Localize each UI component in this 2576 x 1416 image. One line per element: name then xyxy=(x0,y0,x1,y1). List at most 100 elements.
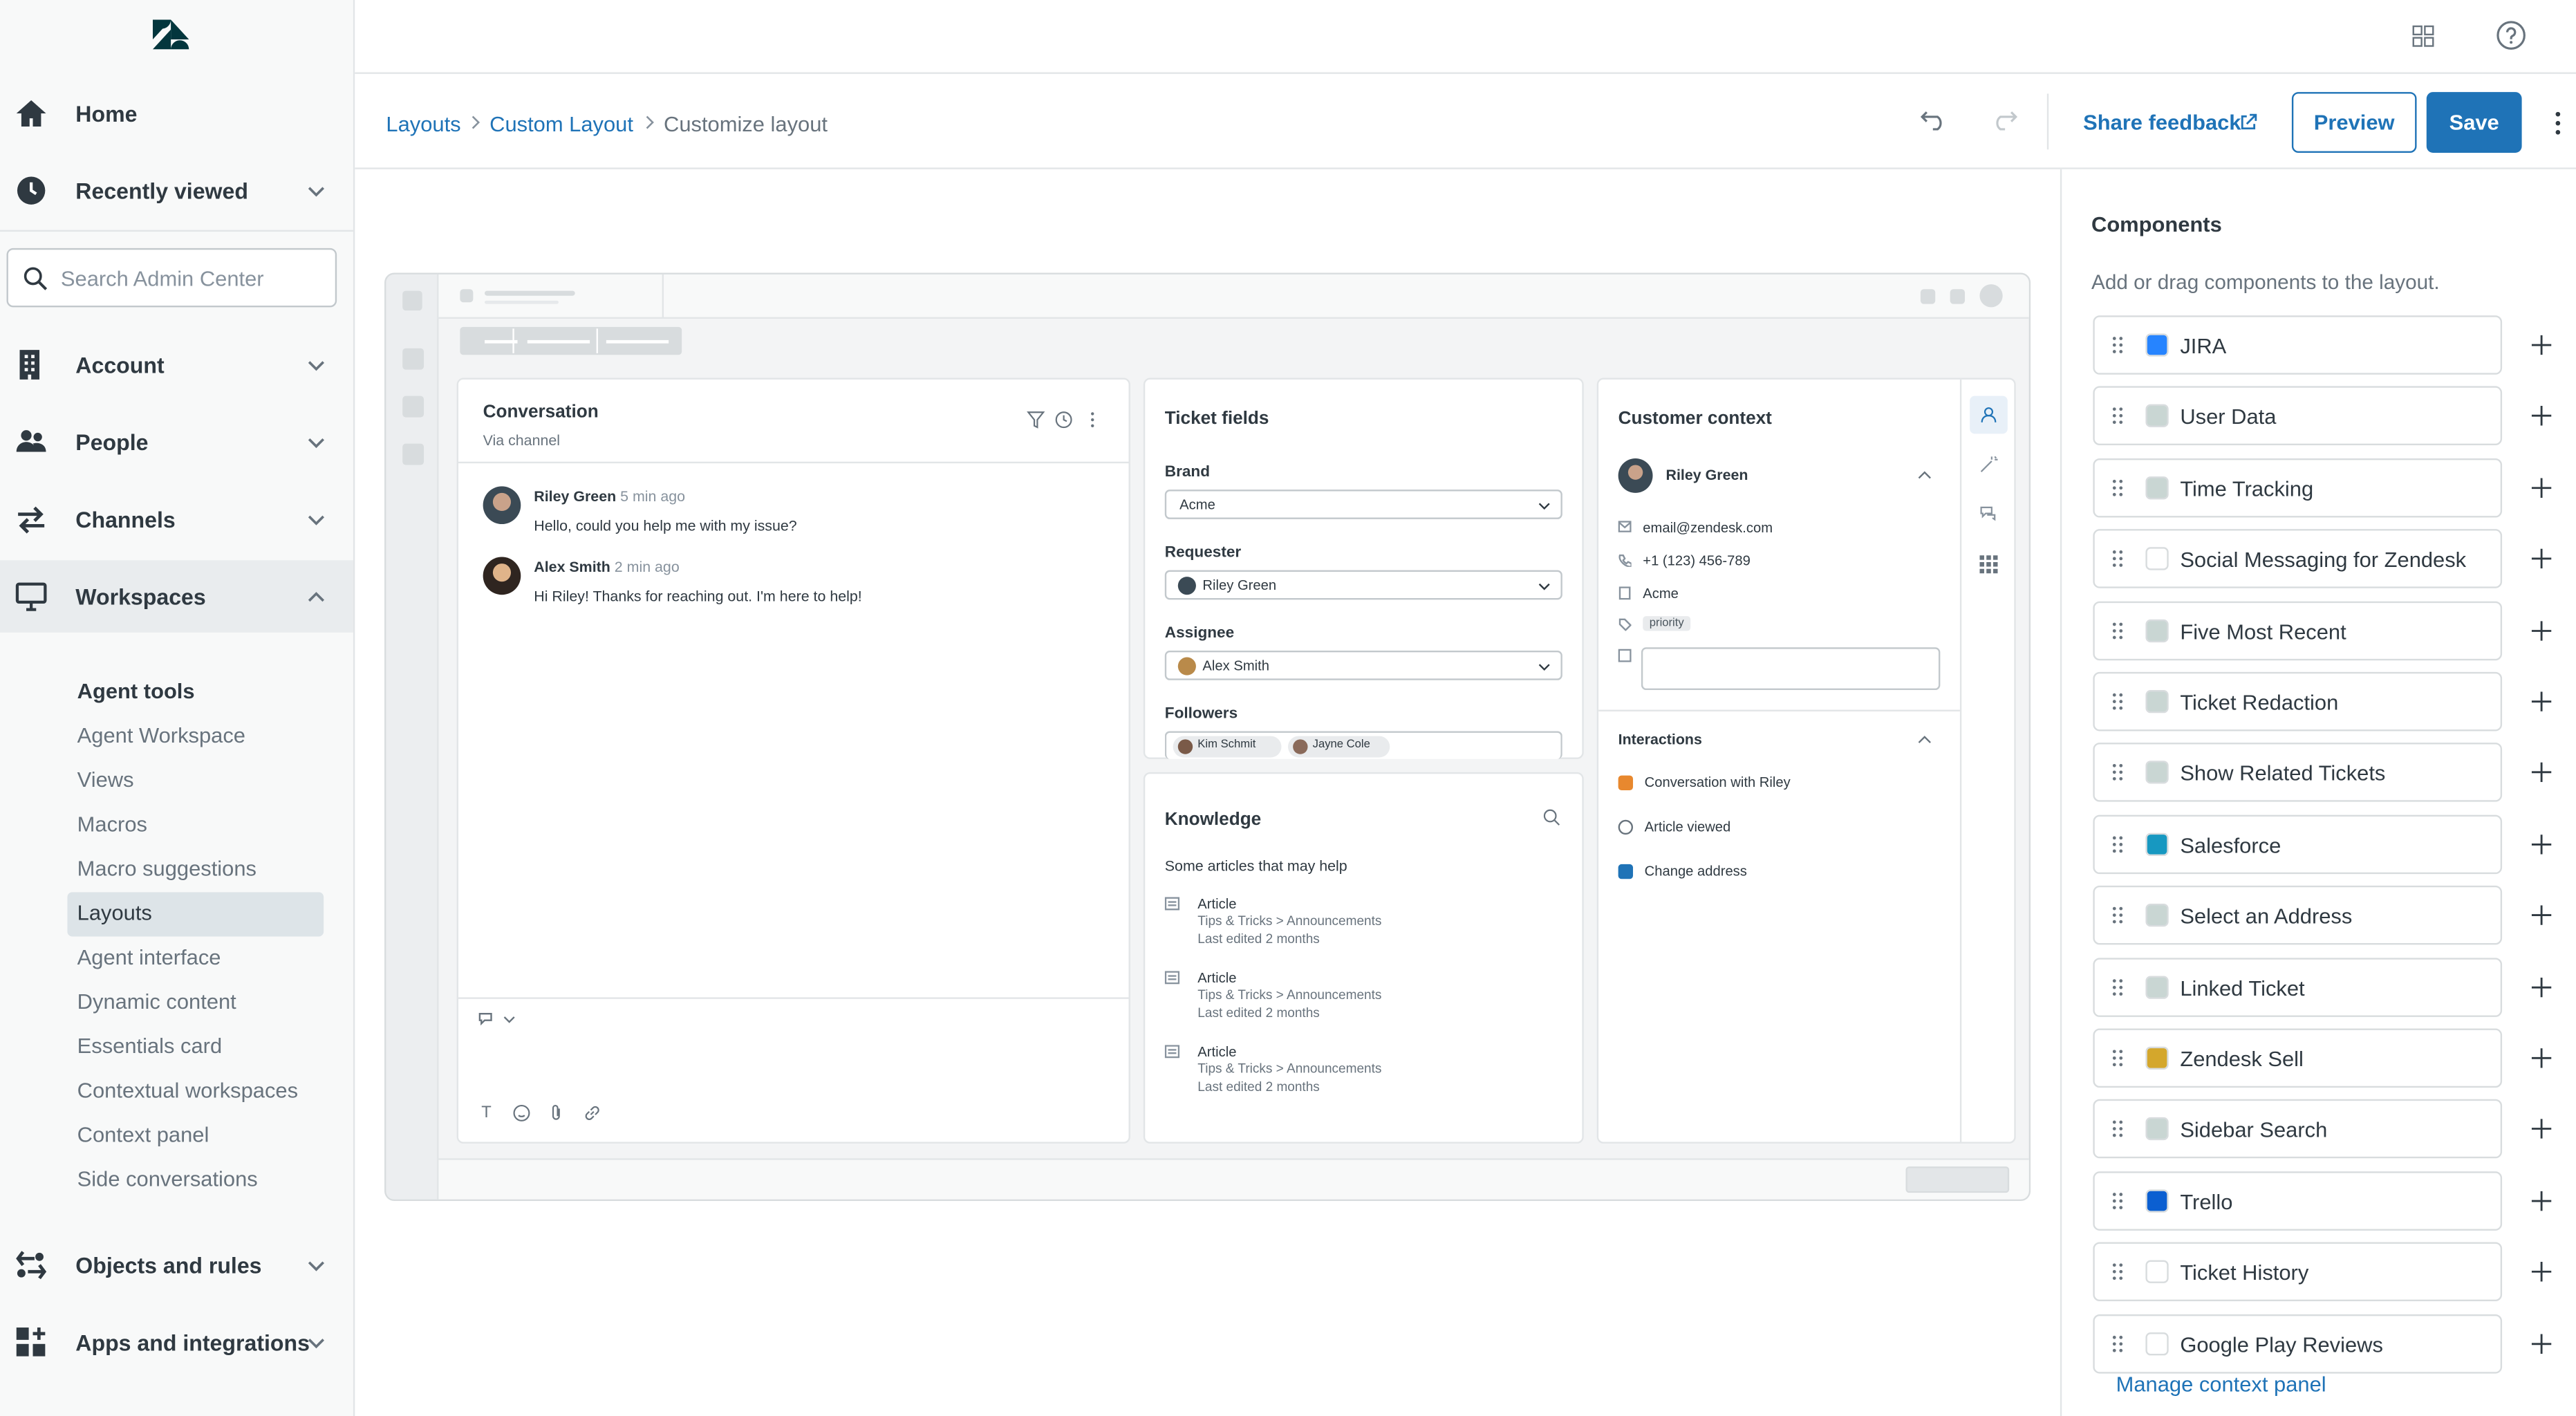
add-component-icon[interactable] xyxy=(2531,335,2552,355)
component-item[interactable]: Linked Ticket xyxy=(2093,958,2503,1017)
assignee-select[interactable]: Alex Smith xyxy=(1164,651,1562,680)
add-component-icon[interactable] xyxy=(2531,548,2552,569)
apps-grid-icon[interactable] xyxy=(1979,555,1998,574)
component-item[interactable]: User Data xyxy=(2093,386,2503,445)
side-conversation-icon[interactable] xyxy=(1979,505,1997,523)
magic-wand-icon[interactable] xyxy=(1979,455,1998,473)
sidebar-item-views[interactable]: Views xyxy=(77,767,134,792)
interaction-item[interactable]: Conversation with Riley xyxy=(1645,774,1791,790)
add-component-icon[interactable] xyxy=(2531,478,2552,499)
preview-button[interactable]: Preview xyxy=(2291,92,2417,153)
interaction-item[interactable]: Change address xyxy=(1645,863,1747,879)
channel-switcher-icon[interactable] xyxy=(478,1010,517,1028)
breadcrumb-custom-layout[interactable]: Custom Layout xyxy=(489,112,633,137)
breadcrumb-layouts[interactable]: Layouts xyxy=(386,112,460,137)
attachment-icon[interactable] xyxy=(549,1104,563,1122)
drag-handle-icon[interactable] xyxy=(2111,1262,2125,1282)
sidebar-item-context-panel[interactable]: Context panel xyxy=(77,1122,209,1147)
sidebar-item-macro-suggestions[interactable]: Macro suggestions xyxy=(77,856,256,881)
component-item[interactable]: Trello xyxy=(2093,1171,2503,1231)
brand-select[interactable]: Acme xyxy=(1164,490,1562,519)
nav-objects-and-rules[interactable]: Objects and rules xyxy=(0,1229,353,1301)
drag-handle-icon[interactable] xyxy=(2111,1334,2125,1354)
add-component-icon[interactable] xyxy=(2531,621,2552,641)
add-component-icon[interactable] xyxy=(2531,1191,2552,1211)
add-component-icon[interactable] xyxy=(2531,835,2552,855)
drag-handle-icon[interactable] xyxy=(2111,478,2125,498)
nav-workspaces[interactable]: Workspaces xyxy=(0,560,353,633)
undo-icon[interactable] xyxy=(1920,109,1948,131)
drag-handle-icon[interactable] xyxy=(2111,406,2125,426)
add-component-icon[interactable] xyxy=(2531,1261,2552,1282)
text-format-icon[interactable]: T xyxy=(481,1104,492,1122)
chevron-up-icon[interactable] xyxy=(1917,470,1932,480)
add-component-icon[interactable] xyxy=(2531,977,2552,998)
drag-handle-icon[interactable] xyxy=(2111,1191,2125,1211)
follower-chip[interactable]: Jayne Cole xyxy=(1288,736,1390,758)
component-item[interactable]: Sidebar Search xyxy=(2093,1099,2503,1159)
component-item[interactable]: JIRA xyxy=(2093,315,2503,375)
emoji-icon[interactable] xyxy=(512,1104,530,1122)
component-item[interactable]: Google Play Reviews xyxy=(2093,1314,2503,1374)
redo-icon[interactable] xyxy=(1990,109,2018,131)
nav-apps-and-integrations[interactable]: Apps and integrations xyxy=(0,1306,353,1379)
requester-select[interactable]: Riley Green xyxy=(1164,570,1562,600)
sidebar-item-layouts[interactable]: Layouts xyxy=(77,900,152,925)
nav-people[interactable]: People xyxy=(0,406,353,478)
component-item[interactable]: Social Messaging for Zendesk xyxy=(2093,529,2503,588)
conversation-panel[interactable]: Conversation Via channel Riley Green 5 m… xyxy=(456,378,1130,1144)
drag-handle-icon[interactable] xyxy=(2111,1119,2125,1139)
more-options-icon[interactable] xyxy=(1089,411,1096,429)
save-button[interactable]: Save xyxy=(2426,92,2522,153)
add-component-icon[interactable] xyxy=(2531,1048,2552,1068)
component-item[interactable]: Five Most Recent xyxy=(2093,601,2503,661)
add-component-icon[interactable] xyxy=(2531,1334,2552,1354)
component-item[interactable]: Zendesk Sell xyxy=(2093,1028,2503,1088)
add-component-icon[interactable] xyxy=(2531,1119,2552,1139)
component-item[interactable]: Ticket Redaction xyxy=(2093,671,2503,732)
drag-handle-icon[interactable] xyxy=(2111,905,2125,925)
followers-field[interactable]: Kim Schmit Jayne Cole xyxy=(1164,731,1562,759)
search-icon[interactable] xyxy=(1542,808,1560,826)
add-component-icon[interactable] xyxy=(2531,905,2552,925)
drag-handle-icon[interactable] xyxy=(2111,978,2125,998)
add-component-icon[interactable] xyxy=(2531,691,2552,711)
component-item[interactable]: Salesforce xyxy=(2093,814,2503,875)
knowledge-panel[interactable]: Knowledge Some articles that may help Ar… xyxy=(1143,772,1584,1144)
nav-account[interactable]: Account xyxy=(0,328,353,401)
nav-recently-viewed[interactable]: Recently viewed xyxy=(0,154,353,227)
drag-handle-icon[interactable] xyxy=(2111,691,2125,711)
nav-channels[interactable]: Channels xyxy=(0,483,353,556)
customer-context-panel[interactable]: Customer context Riley Green email@zende… xyxy=(1596,378,2016,1144)
interaction-item[interactable]: Article viewed xyxy=(1645,818,1731,835)
drag-handle-icon[interactable] xyxy=(2111,621,2125,641)
customer-notes-input[interactable] xyxy=(1641,647,1941,691)
add-component-icon[interactable] xyxy=(2531,405,2552,426)
sidebar-item-contextual-workspaces[interactable]: Contextual workspaces xyxy=(77,1078,298,1103)
history-icon[interactable] xyxy=(1055,411,1073,429)
zendesk-logo[interactable] xyxy=(149,17,192,53)
sidebar-item-dynamic-content[interactable]: Dynamic content xyxy=(77,989,236,1014)
search-admin-center-input[interactable]: Search Admin Center xyxy=(6,248,337,308)
ticket-fields-panel[interactable]: Ticket fields Brand Acme Requester Riley… xyxy=(1143,378,1584,759)
drag-handle-icon[interactable] xyxy=(2111,335,2125,355)
nav-home[interactable]: Home xyxy=(0,77,353,150)
filter-icon[interactable] xyxy=(1027,411,1045,429)
customer-rail-button[interactable] xyxy=(1970,395,2008,434)
more-options-icon[interactable] xyxy=(2553,110,2563,136)
link-icon[interactable] xyxy=(584,1104,601,1122)
component-item[interactable]: Show Related Tickets xyxy=(2093,743,2503,802)
chevron-up-icon[interactable] xyxy=(1917,734,1932,744)
component-item[interactable]: Select an Address xyxy=(2093,885,2503,945)
layout-preview-canvas[interactable]: Conversation Via channel Riley Green 5 m… xyxy=(384,272,2031,1202)
sidebar-item-agent-interface[interactable]: Agent interface xyxy=(77,944,221,969)
sidebar-item-side-conversations[interactable]: Side conversations xyxy=(77,1166,258,1191)
drag-handle-icon[interactable] xyxy=(2111,549,2125,569)
follower-chip[interactable]: Kim Schmit xyxy=(1173,736,1282,758)
component-item[interactable]: Time Tracking xyxy=(2093,458,2503,518)
sidebar-item-essentials-card[interactable]: Essentials card xyxy=(77,1034,222,1059)
help-icon[interactable] xyxy=(2496,20,2527,51)
drag-handle-icon[interactable] xyxy=(2111,835,2125,855)
add-component-icon[interactable] xyxy=(2531,762,2552,783)
sidebar-item-agent-workspace[interactable]: Agent Workspace xyxy=(77,723,245,748)
